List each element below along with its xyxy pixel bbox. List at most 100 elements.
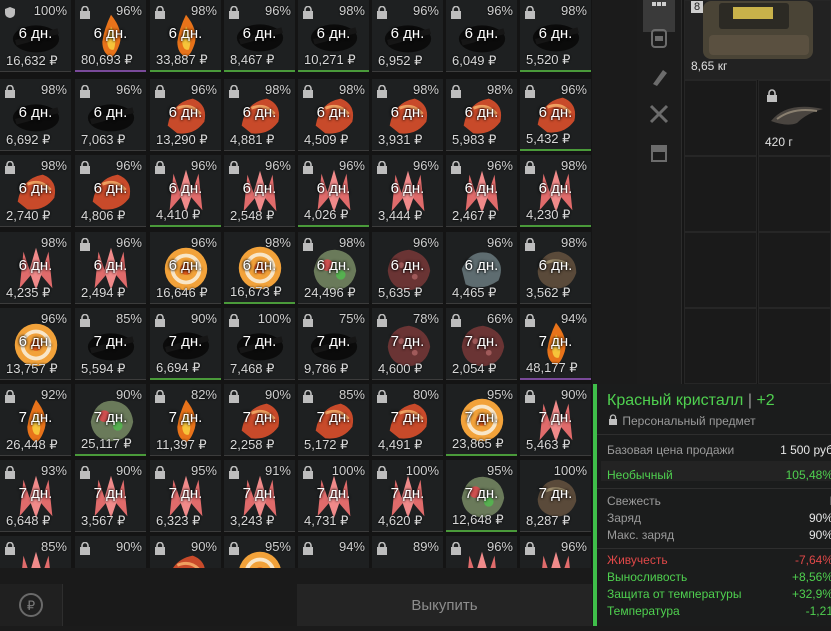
item-cell[interactable]: 96% 6 дн. 8,467 ₽ <box>224 0 295 72</box>
item-cell[interactable]: 100% 7 дн. 4,731 ₽ <box>298 460 369 532</box>
item-cell[interactable]: 93% 7 дн. 6,648 ₽ <box>0 460 71 532</box>
item-cell[interactable]: 100% 7 дн. 7,468 ₽ <box>224 308 295 380</box>
item-cell[interactable]: 90% <box>150 536 221 568</box>
tools-icon[interactable] <box>643 98 675 130</box>
lock-icon <box>80 161 90 174</box>
empty-slot[interactable] <box>758 308 831 384</box>
item-cell[interactable]: 98% 6 дн. 4,235 ₽ <box>0 232 71 304</box>
item-cell[interactable]: 90% 7 дн. 25,117 ₽ <box>75 384 146 456</box>
item-cell[interactable]: 98% 6 дн. 4,230 ₽ <box>520 155 591 227</box>
item-cell[interactable]: 98% 6 дн. 5,520 ₽ <box>520 0 591 72</box>
box-icon[interactable] <box>643 136 675 168</box>
item-condition: 95% <box>264 539 291 554</box>
currency-toggle-button[interactable]: ₽ <box>0 584 63 626</box>
item-condition: 98% <box>560 3 587 18</box>
item-cell[interactable]: 96% 6 дн. 4,806 ₽ <box>75 155 146 227</box>
item-cell[interactable]: 95% 7 дн. 12,648 ₽ <box>446 460 517 532</box>
effect-label: Выносливость <box>607 570 688 584</box>
item-cell[interactable]: 96% 6 дн. 2,467 ₽ <box>446 155 517 227</box>
item-price: 7,063 ₽ <box>81 132 126 147</box>
item-cell[interactable]: 96% <box>520 536 591 568</box>
empty-slot[interactable] <box>684 232 757 308</box>
item-cell[interactable]: 96% 6 дн. 16,646 ₽ <box>150 232 221 304</box>
item-cell[interactable]: 95% 7 дн. 23,865 ₽ <box>446 384 517 456</box>
item-cell[interactable]: 94% <box>298 536 369 568</box>
flashlight-icon[interactable] <box>643 60 675 92</box>
item-cell[interactable]: 66% 7 дн. 2,054 ₽ <box>446 308 517 380</box>
item-cell[interactable]: 100% 7 дн. 4,620 ₽ <box>372 460 443 532</box>
stat-row: Макс. заряд 90% <box>607 528 831 542</box>
item-cell[interactable]: 100% 6 дн. 16,632 ₽ <box>0 0 71 72</box>
item-cell[interactable]: 96% 6 дн. 4,026 ₽ <box>298 155 369 227</box>
item-cell[interactable]: 100% 7 дн. 8,287 ₽ <box>520 460 591 532</box>
item-price: 4,620 ₽ <box>378 513 423 528</box>
item-cell[interactable]: 90% 7 дн. 5,463 ₽ <box>520 384 591 456</box>
item-cell[interactable]: 98% 6 дн. 2,740 ₽ <box>0 155 71 227</box>
item-cell[interactable]: 95% 7 дн. 6,323 ₽ <box>150 460 221 532</box>
item-cell[interactable]: 96% 6 дн. 3,444 ₽ <box>372 155 443 227</box>
item-cell[interactable]: 95% <box>224 536 295 568</box>
buy-button[interactable]: Выкупить <box>297 584 592 626</box>
empty-slot[interactable] <box>758 156 831 232</box>
item-cell[interactable]: 96% 6 дн. 4,465 ₽ <box>446 232 517 304</box>
item-days-left: 7 дн. <box>18 409 53 426</box>
item-cell[interactable]: 80% 7 дн. 4,491 ₽ <box>372 384 443 456</box>
item-cell[interactable]: 90% 7 дн. 3,567 ₽ <box>75 460 146 532</box>
item-cell[interactable]: 98% 6 дн. 6,692 ₽ <box>0 79 71 151</box>
item-cell[interactable]: 98% 6 дн. 5,983 ₽ <box>446 79 517 151</box>
item-price: 6,648 ₽ <box>6 513 51 528</box>
item-cell[interactable]: 96% 6 дн. 4,410 ₽ <box>150 155 221 227</box>
item-cell[interactable]: 92% 7 дн. 26,448 ₽ <box>0 384 71 456</box>
item-condition: 96% <box>412 235 439 250</box>
item-cell[interactable]: 90% 7 дн. 6,694 ₽ <box>150 308 221 380</box>
backpack-slot[interactable]: 8 8,65 кг <box>684 0 831 80</box>
item-days-left: 7 дн. <box>538 485 573 502</box>
item-days-left: 6 дн. <box>168 25 203 42</box>
inventory-item-slot[interactable]: 420 г <box>758 80 831 156</box>
lock-icon <box>80 85 90 98</box>
item-cell[interactable]: 96% 6 дн. 13,757 ₽ <box>0 308 71 380</box>
item-cell[interactable]: 96% 6 дн. 2,548 ₽ <box>224 155 295 227</box>
item-cell[interactable]: 98% 6 дн. 16,673 ₽ <box>224 232 295 304</box>
item-cell[interactable]: 98% 6 дн. 3,562 ₽ <box>520 232 591 304</box>
item-cell[interactable]: 96% 6 дн. 80,693 ₽ <box>75 0 146 72</box>
item-cell[interactable]: 98% 6 дн. 24,496 ₽ <box>298 232 369 304</box>
item-grid: 100% 6 дн. 16,632 ₽ 96% 6 дн. 80,693 ₽ 98% 6 дн… <box>0 0 592 568</box>
item-cell[interactable]: 82% 7 дн. 11,397 ₽ <box>150 384 221 456</box>
item-cell[interactable]: 94% 7 дн. 48,177 ₽ <box>520 308 591 380</box>
item-cell[interactable]: 98% 6 дн. 3,931 ₽ <box>372 79 443 151</box>
item-cell[interactable]: 96% 6 дн. 13,290 ₽ <box>150 79 221 151</box>
item-cell[interactable]: 96% 6 дн. 2,494 ₽ <box>75 232 146 304</box>
item-cell[interactable]: 96% 6 дн. 6,049 ₽ <box>446 0 517 72</box>
item-cell[interactable]: 75% 7 дн. 9,786 ₽ <box>298 308 369 380</box>
item-cell[interactable]: 96% 6 дн. 5,635 ₽ <box>372 232 443 304</box>
lock-icon <box>229 390 239 403</box>
item-cell[interactable]: 96% 6 дн. 5,432 ₽ <box>520 79 591 151</box>
item-cell[interactable]: 85% 7 дн. 5,172 ₽ <box>298 384 369 456</box>
item-tooltip: Красный кристалл | +2 Персональный предм… <box>593 384 831 626</box>
item-cell[interactable]: 96% 6 дн. 6,952 ₽ <box>372 0 443 72</box>
item-cell[interactable]: 90% 7 дн. 2,258 ₽ <box>224 384 295 456</box>
item-cell[interactable]: 91% 7 дн. 3,243 ₽ <box>224 460 295 532</box>
empty-slot[interactable] <box>758 232 831 308</box>
item-cell[interactable]: 89% <box>372 536 443 568</box>
item-cell[interactable]: 85% <box>0 536 71 568</box>
item-price: 2,258 ₽ <box>230 437 275 452</box>
item-cell[interactable]: 98% 6 дн. 33,887 ₽ <box>150 0 221 72</box>
item-cell[interactable]: 96% 6 дн. 7,063 ₽ <box>75 79 146 151</box>
item-cell[interactable]: 98% 6 дн. 4,881 ₽ <box>224 79 295 151</box>
item-condition: 96% <box>486 158 513 173</box>
empty-slot[interactable] <box>684 156 757 232</box>
backpack-icon[interactable] <box>643 22 675 54</box>
item-cell[interactable]: 96% <box>446 536 517 568</box>
item-cell[interactable]: 78% 7 дн. 4,600 ₽ <box>372 308 443 380</box>
item-cell[interactable]: 90% <box>75 536 146 568</box>
empty-slot[interactable] <box>684 80 757 156</box>
lock-icon <box>525 542 535 555</box>
empty-slot[interactable] <box>684 308 757 384</box>
personal-label: Персональный предмет <box>622 414 756 428</box>
item-cell[interactable]: 98% 6 дн. 4,509 ₽ <box>298 79 369 151</box>
item-cell[interactable]: 98% 6 дн. 10,271 ₽ <box>298 0 369 72</box>
item-price: 10,271 ₽ <box>304 52 356 67</box>
item-cell[interactable]: 85% 7 дн. 5,594 ₽ <box>75 308 146 380</box>
